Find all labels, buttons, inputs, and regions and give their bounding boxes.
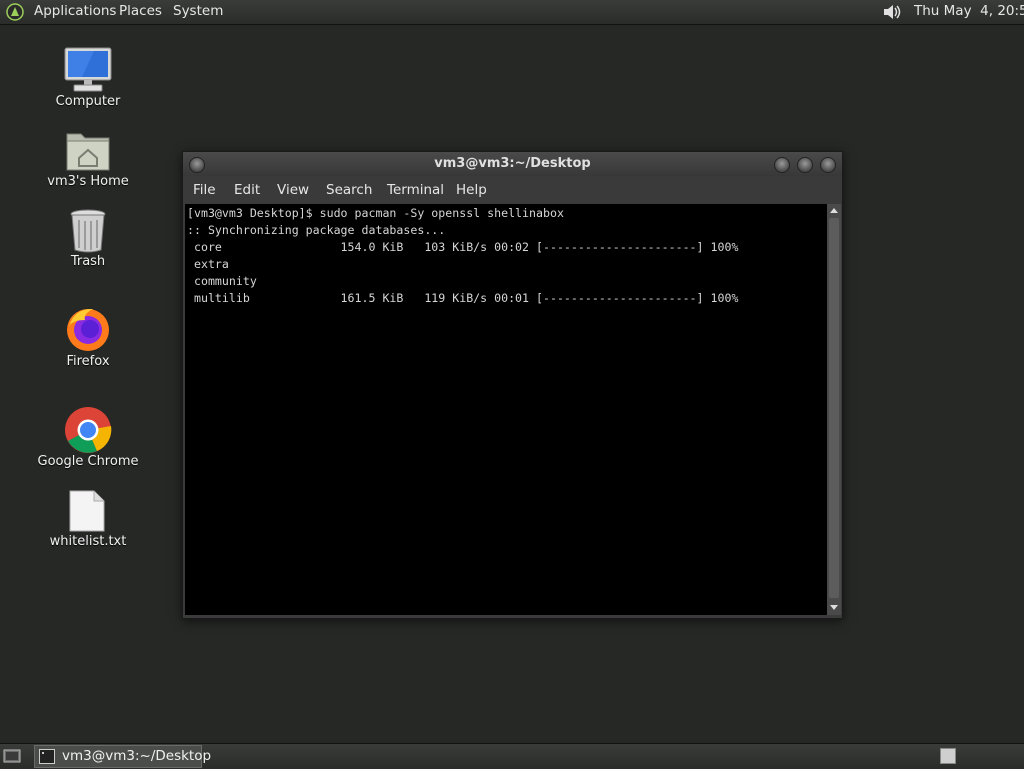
desktop-icon-whitelist[interactable]: whitelist.txt <box>28 490 148 552</box>
applications-menu[interactable]: Applications <box>34 3 116 19</box>
taskbar-button-label: vm3@vm3:~/Desktop <box>62 748 212 764</box>
menu-terminal[interactable]: Terminal <box>387 182 444 198</box>
terminal-line: extra <box>187 257 229 271</box>
desktop-icon-trash[interactable]: Trash <box>28 208 148 272</box>
bottom-panel: vm3@vm3:~/Desktop <box>0 743 1024 769</box>
desktop-icon-label: Google Chrome <box>37 454 139 469</box>
system-menu[interactable]: System <box>173 3 223 19</box>
maximize-button[interactable] <box>797 157 813 173</box>
places-menu[interactable]: Places <box>119 3 162 19</box>
desktop-icon-label: vm3's Home <box>47 174 129 189</box>
terminal-menubar: File Edit View Search Terminal Help <box>183 176 842 204</box>
desktop-icon-label: whitelist.txt <box>49 534 127 549</box>
desktop-icon-label: Computer <box>55 94 121 109</box>
terminal-line: :: Synchronizing package databases... <box>187 223 446 237</box>
desktop-icon-label: Trash <box>70 254 106 269</box>
menu-edit[interactable]: Edit <box>234 182 260 198</box>
workspace-switcher-2[interactable] <box>960 746 1020 764</box>
desktop-icon-computer[interactable]: Computer <box>28 44 148 114</box>
taskbar-button-terminal[interactable]: vm3@vm3:~/Desktop <box>34 745 211 768</box>
chrome-icon <box>65 407 112 453</box>
text-file-icon <box>69 490 105 532</box>
menu-view[interactable]: View <box>277 182 309 198</box>
workspace-switcher-1[interactable] <box>940 748 956 764</box>
terminal-line: multilib 161.5 KiB 119 KiB/s 00:01 [----… <box>187 291 739 305</box>
clock[interactable]: Thu May 4, 20:58 <box>914 3 1024 19</box>
distro-logo-icon[interactable] <box>6 3 24 21</box>
terminal-line: core 154.0 KiB 103 KiB/s 00:02 [--------… <box>187 240 739 254</box>
desktop-icon-firefox[interactable]: Firefox <box>28 306 148 372</box>
desktop-icon-chrome[interactable]: Google Chrome <box>28 406 148 472</box>
desktop-icon-label: Firefox <box>66 354 110 369</box>
scroll-up-icon[interactable] <box>830 208 838 213</box>
window-titlebar[interactable]: vm3@vm3:~/Desktop <box>183 152 842 176</box>
minimize-button[interactable] <box>774 157 790 173</box>
menu-help[interactable]: Help <box>456 182 487 198</box>
terminal-line: community <box>187 274 257 288</box>
trash-icon <box>70 209 106 253</box>
scroll-down-icon[interactable] <box>830 605 838 610</box>
terminal-window[interactable]: vm3@vm3:~/Desktop File Edit View Search … <box>182 151 843 619</box>
show-desktop-icon[interactable] <box>3 748 21 764</box>
menu-search[interactable]: Search <box>326 182 372 198</box>
menu-file[interactable]: File <box>193 182 216 198</box>
home-folder-icon <box>66 133 110 171</box>
firefox-icon <box>67 308 109 351</box>
terminal-output[interactable]: [vm3@vm3 Desktop]$ sudo pacman -Sy opens… <box>185 204 827 615</box>
close-button[interactable] <box>820 157 836 173</box>
terminal-line: [vm3@vm3 Desktop]$ sudo pacman -Sy opens… <box>187 206 564 220</box>
window-title: vm3@vm3:~/Desktop <box>434 156 591 171</box>
terminal-icon <box>39 749 55 764</box>
terminal-text: [vm3@vm3 Desktop]$ sudo pacman -Sy opens… <box>187 205 738 307</box>
scrollbar-thumb[interactable] <box>829 218 839 598</box>
terminal-scrollbar[interactable] <box>827 204 841 615</box>
top-panel: Applications Places System Thu May 4, 20… <box>0 0 1024 25</box>
computer-icon <box>64 47 112 92</box>
volume-icon[interactable] <box>880 2 904 22</box>
desktop-icon-home[interactable]: vm3's Home <box>28 126 148 192</box>
